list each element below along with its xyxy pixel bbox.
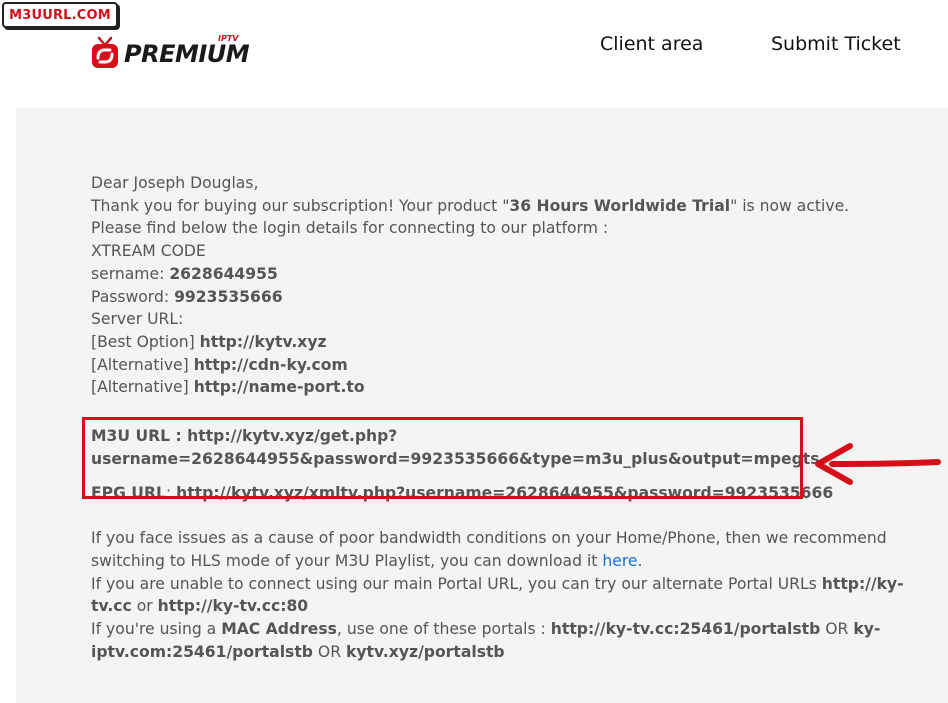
greeting: Dear Joseph Douglas, [91,174,259,192]
portal-url-1b: tv.cc [91,597,132,616]
username-line: sername: 2628644955 [91,264,278,283]
thanks-line: Thank you for buying our subscription! Y… [91,196,850,215]
mac-portal-2b: iptv.com:25461/portalstb [91,642,313,661]
server-alt2-line: [Alternative] http://name-port.to [91,378,365,397]
mac-portal-1: http://ky-tv.cc:25461/portalstb [550,619,821,638]
server-best-url: http://kytv.xyz [199,332,327,351]
username-value: 2628644955 [169,264,278,283]
portal-line-1: If you are unable to connect using our m… [91,574,904,593]
portal-url-1a: http://ky- [821,574,904,593]
server-alt1-url: http://cdn-ky.com [193,355,348,374]
mac-address-label: MAC Address [221,619,337,638]
mac-portal-3: kytv.xyz/portalstb [346,642,505,661]
m3u-highlight-box [82,417,803,499]
product-name: 36 Hours Worldwide Trial [509,196,731,215]
site-badge: M3UURL.COM [2,2,118,28]
server-alt1-line: [Alternative] http://cdn-ky.com [91,355,348,374]
password-value: 9923535666 [174,287,283,306]
mac-line-2: iptv.com:25461/portalstb OR kytv.xyz/por… [91,642,505,661]
red-arrow-icon [815,443,941,485]
server-alt2-url: http://name-port.to [193,378,365,397]
nav-submit-ticket[interactable]: Submit Ticket [771,33,901,55]
portal-url-2: http://ky-tv.cc:80 [157,597,309,616]
password-line: Password: 9923535666 [91,287,283,306]
logo-wordmark: PREMIUM [124,40,250,68]
nav-client-area[interactable]: Client area [600,33,703,55]
server-label: Server URL: [91,310,184,329]
xtream-heading: XTREAM CODE [91,242,206,261]
logo-superscript: IPTV [218,34,239,43]
tv-icon [92,36,118,68]
mac-line-1: If you're using a MAC Address, use one o… [91,619,881,638]
server-best-line: [Best Option] http://kytv.xyz [91,332,327,351]
hls-download-link[interactable]: here [602,552,637,570]
premium-iptv-logo[interactable]: PREMIUM IPTV [90,34,250,74]
mac-portal-2a: ky- [853,619,881,638]
find-below-line: Please find below the login details for … [91,219,609,238]
portal-line-2: tv.cc or http://ky-tv.cc:80 [91,597,309,616]
email-panel: Dear Joseph Douglas, Thank you for buyin… [16,108,948,703]
hls-line-2: switching to HLS mode of your M3U Playli… [91,551,643,570]
hls-line-1: If you face issues as a cause of poor ba… [91,529,887,548]
